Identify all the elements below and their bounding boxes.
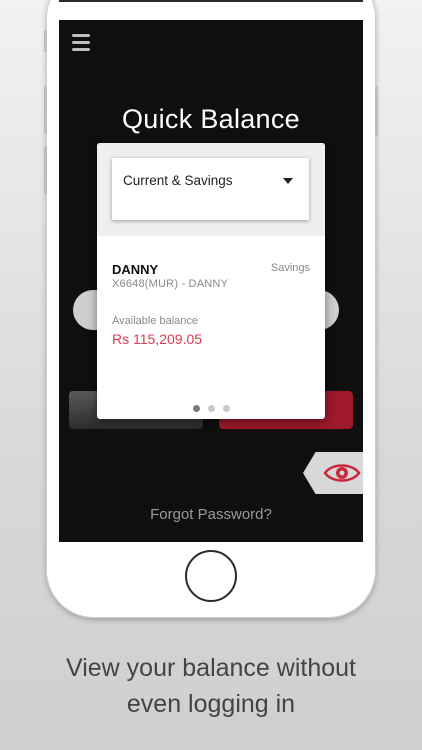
quick-balance-card: Current & Savings DANNY Savings X6648(MU… (97, 143, 325, 419)
eye-icon (323, 464, 361, 482)
page-dot-2[interactable] (207, 405, 215, 412)
account-type-dropdown[interactable]: Current & Savings (112, 158, 309, 220)
phone-home-button (185, 550, 237, 602)
caption-line-1: View your balance without (66, 654, 356, 682)
account-number: X6648(MUR) - DANNY (112, 278, 229, 290)
account-type: Savings (270, 262, 310, 274)
quick-balance-toggle[interactable] (303, 452, 363, 494)
available-balance-label: Available balance (112, 315, 199, 327)
phone-top-edge (59, 0, 363, 2)
caption-line-2: even logging in (126, 690, 296, 718)
phone-volume-down (44, 146, 47, 194)
forgot-password-link[interactable]: Forgot Password? (59, 506, 363, 523)
phone-volume-up (44, 86, 47, 134)
chevron-down-icon (283, 178, 293, 184)
available-balance-value: Rs 115,209.05 (112, 331, 203, 347)
phone-side-button (44, 30, 47, 52)
page-title: Quick Balance (122, 104, 300, 134)
account-name: DANNY (112, 262, 159, 277)
page-dot-1[interactable] (192, 405, 200, 412)
dropdown-selected-value: Current & Savings (123, 173, 233, 188)
marketing-caption: View your balance without even logging i… (0, 650, 422, 722)
page-dot-3[interactable] (222, 405, 230, 412)
phone-power-button (375, 86, 378, 136)
page-indicator (97, 399, 325, 417)
hamburger-menu-icon[interactable] (72, 34, 90, 52)
